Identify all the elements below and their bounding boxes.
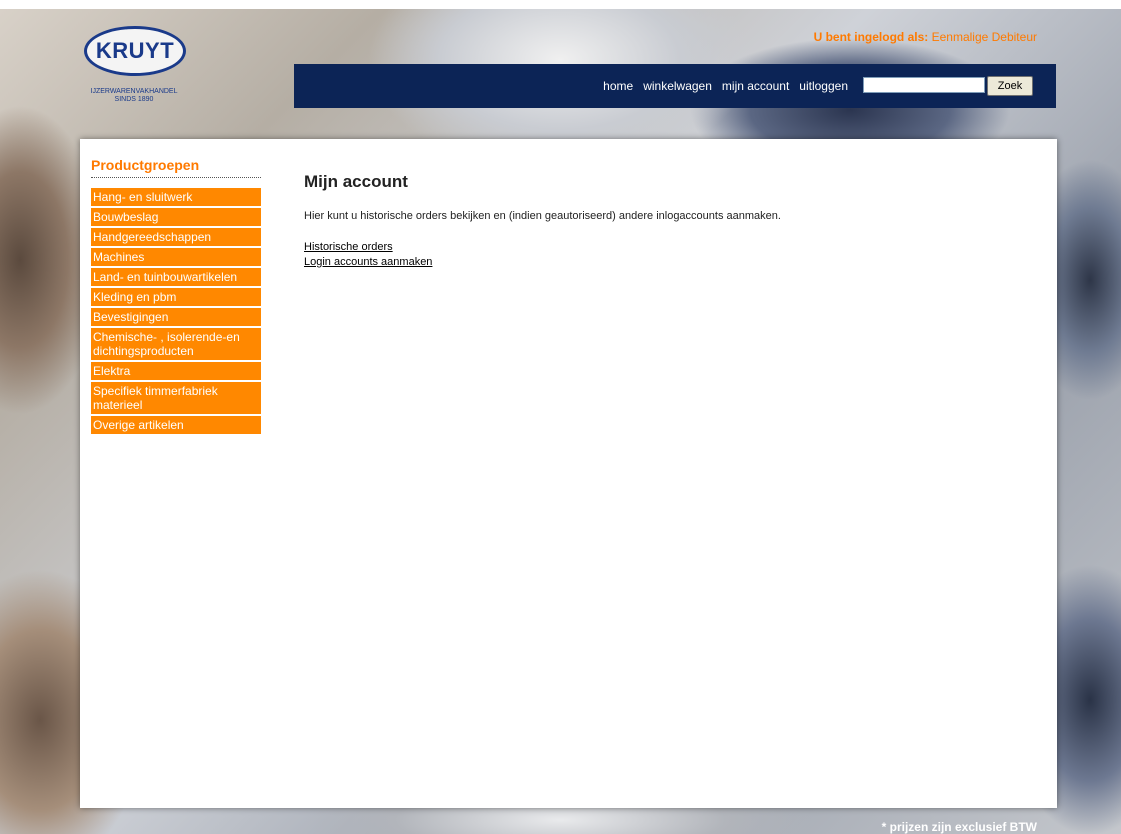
- page-title: Mijn account: [304, 172, 408, 191]
- logo-tagline-line2: SINDS 1890: [114, 96, 154, 103]
- vat-footnote: * prijzen zijn exclusief BTW: [881, 820, 1037, 834]
- logo-tagline-line1: IJZERWARENVAKHANDEL: [90, 88, 178, 95]
- nav-logout-link[interactable]: uitloggen: [799, 79, 848, 93]
- top-strip: [0, 0, 1121, 9]
- sidebar-item-chemische-producten[interactable]: Chemische- , isolerende-en dichtingsprod…: [91, 328, 261, 360]
- search-input[interactable]: [863, 77, 985, 93]
- sidebar-item-land-en-tuinbouw[interactable]: Land- en tuinbouwartikelen: [91, 268, 261, 286]
- sidebar-item-bouwbeslag[interactable]: Bouwbeslag: [91, 208, 261, 226]
- sidebar-item-handgereedschappen[interactable]: Handgereedschappen: [91, 228, 261, 246]
- sidebar-item-timmerfabriek-materieel[interactable]: Specifiek timmerfabriek materieel: [91, 382, 261, 414]
- nav-cart-link[interactable]: winkelwagen: [643, 79, 712, 93]
- sidebar-item-bevestigingen[interactable]: Bevestigingen: [91, 308, 261, 326]
- logo[interactable]: KRUYT: [84, 26, 186, 76]
- sidebar-item-kleding-en-pbm[interactable]: Kleding en pbm: [91, 288, 261, 306]
- account-links: Historische orders Login accounts aanmak…: [304, 240, 432, 270]
- logo-text: KRUYT: [95, 38, 175, 63]
- logo-tagline: IJZERWARENVAKHANDEL SINDS 1890: [80, 88, 188, 104]
- login-status-label: U bent ingelogd als:: [813, 30, 929, 44]
- login-status: U bent ingelogd als: Eenmalige Debiteur: [814, 30, 1037, 44]
- page-description: Hier kunt u historische orders bekijken …: [304, 210, 781, 222]
- main-nav: home winkelwagen mijn account uitloggen: [294, 64, 848, 108]
- historical-orders-link[interactable]: Historische orders: [304, 240, 432, 255]
- search-button[interactable]: Zoek: [987, 76, 1033, 96]
- login-status-user: Eenmalige Debiteur: [931, 30, 1037, 44]
- sidebar-item-machines[interactable]: Machines: [91, 248, 261, 266]
- sidebar-item-hang-en-sluitwerk[interactable]: Hang- en sluitwerk: [91, 188, 261, 206]
- nav-home-link[interactable]: home: [603, 79, 633, 93]
- sidebar-item-overige-artikelen[interactable]: Overige artikelen: [91, 416, 261, 434]
- sidebar-product-groups: Hang- en sluitwerk Bouwbeslag Handgereed…: [91, 188, 261, 436]
- nav-account-link[interactable]: mijn account: [722, 79, 789, 93]
- sidebar-title: Productgroepen: [91, 157, 261, 178]
- create-login-accounts-link[interactable]: Login accounts aanmaken: [304, 255, 432, 270]
- sidebar-item-elektra[interactable]: Elektra: [91, 362, 261, 380]
